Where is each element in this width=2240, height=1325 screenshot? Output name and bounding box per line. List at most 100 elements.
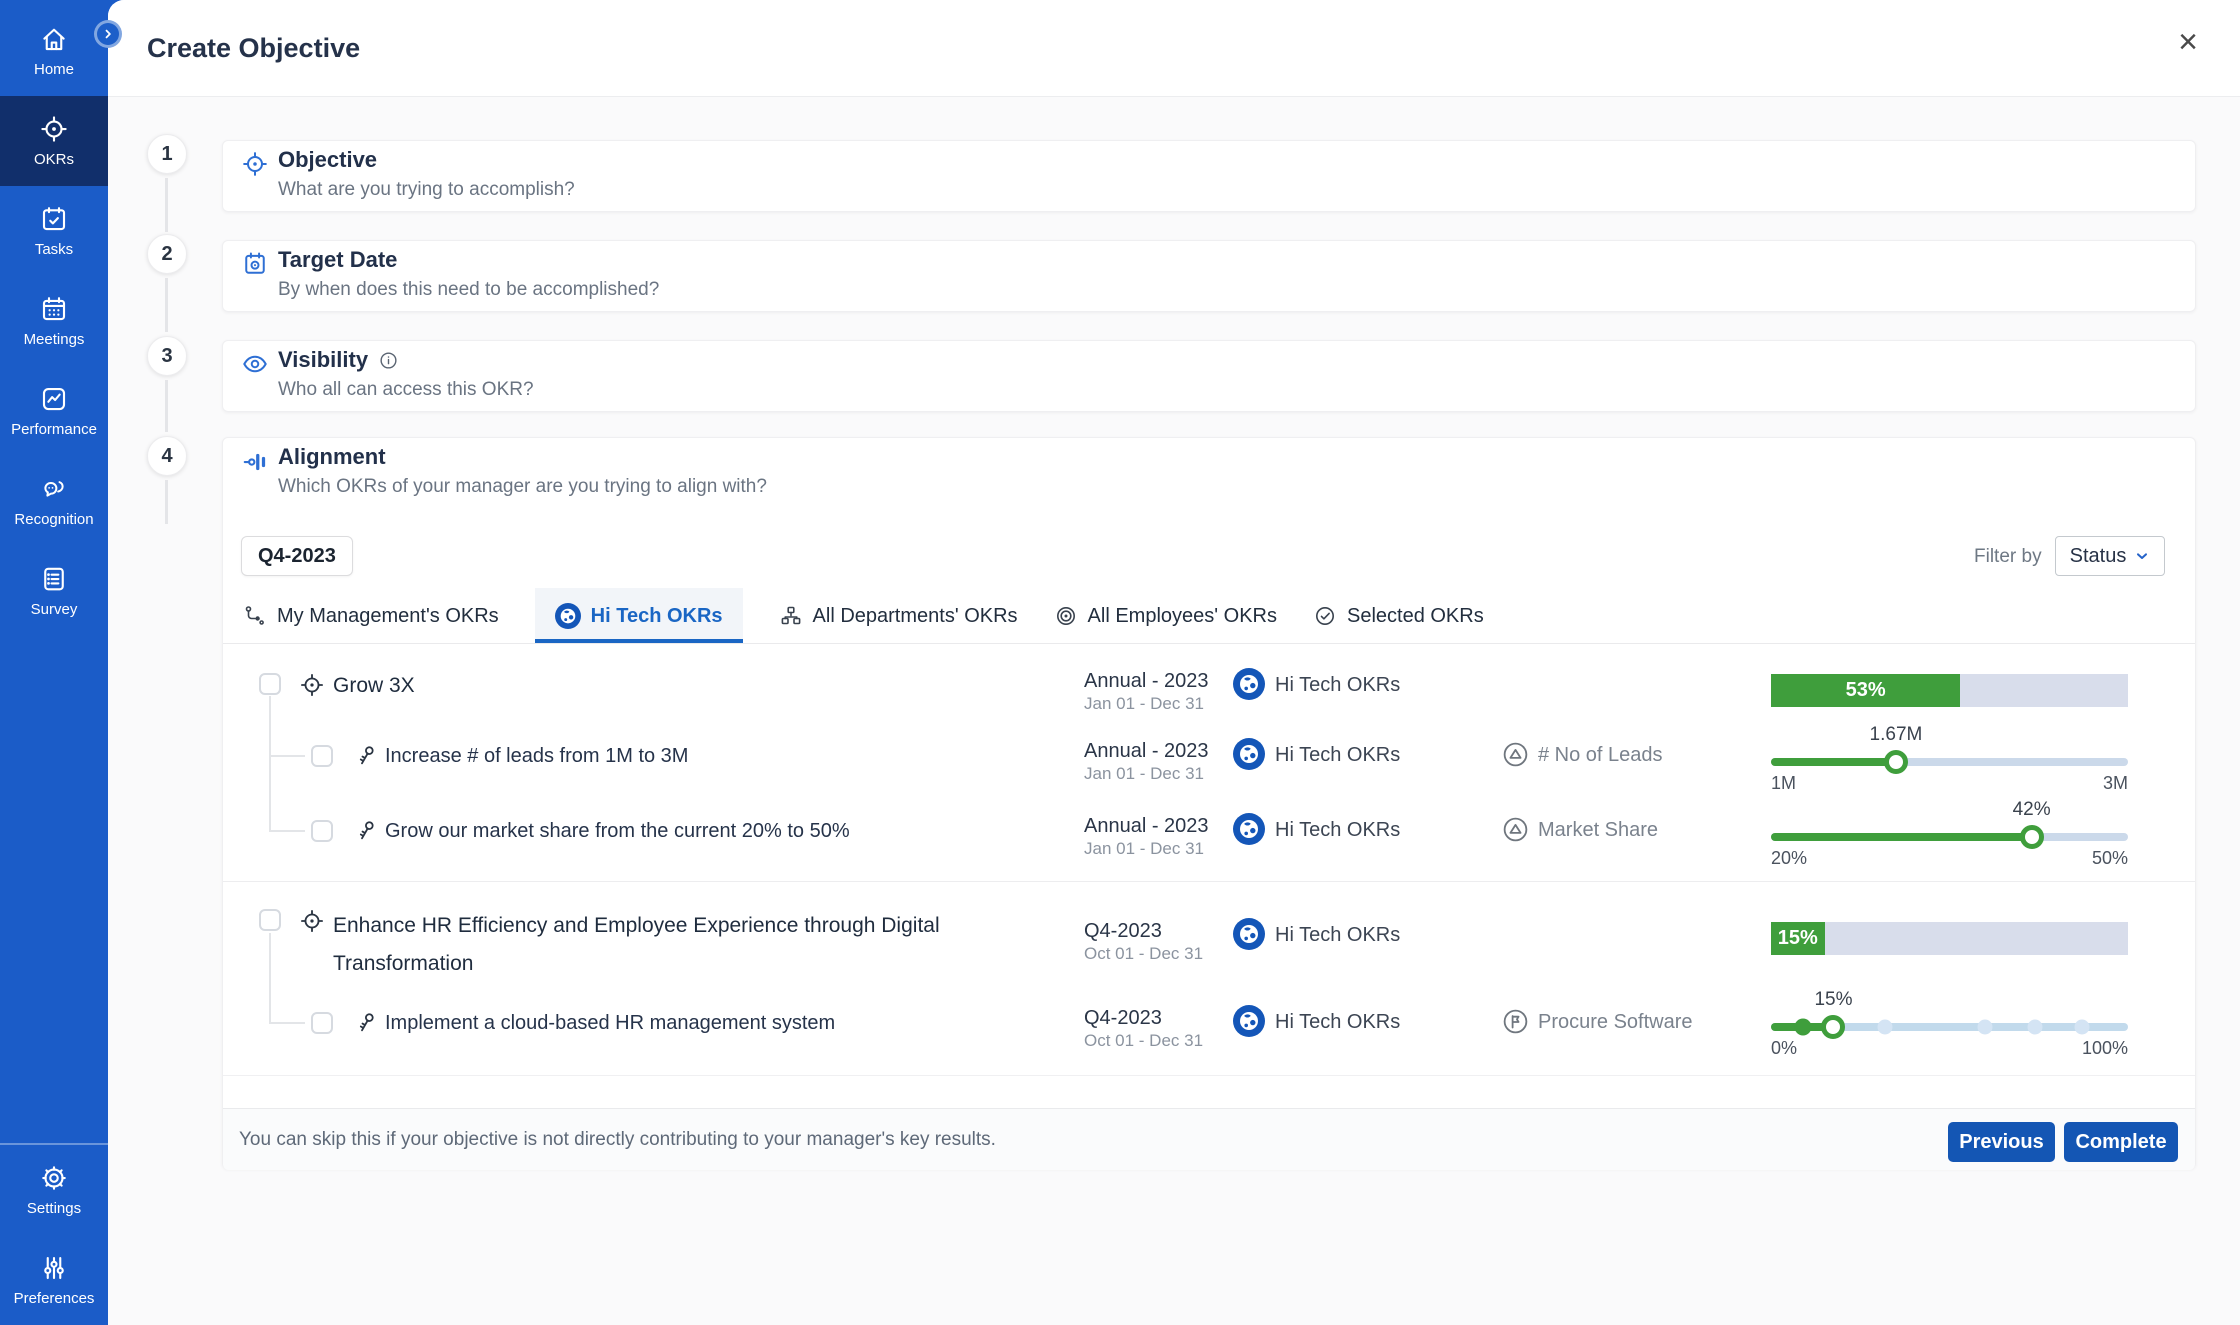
dates-cell: Oct 01 - Dec 31 [1084,1031,1204,1050]
progress-slider[interactable]: 1.67M 1M 3M [1771,724,2128,793]
complete-button[interactable]: Complete [2064,1122,2178,1162]
step-card-target-date[interactable]: Target Date By when does this need to be… [222,240,2196,312]
slider-min-label: 0% [1771,1038,1798,1058]
step-card-visibility[interactable]: Visibility Who all can access this OKR? [222,340,2196,412]
sidebar-expand-button[interactable] [94,20,122,48]
skip-note: You can skip this if your objective is n… [239,1129,996,1150]
sidebar-label: Recognition [14,511,94,528]
milestone-dot [2074,1019,2090,1035]
dates-cell: Jan 01 - Dec 31 [1084,694,1205,713]
okr-title: Grow our market share from the current 2… [385,820,850,842]
tab-all-departments-okrs[interactable]: All Departments' OKRs [779,588,1018,644]
objective-checkbox[interactable] [259,909,281,931]
tab-all-employees-okrs[interactable]: All Employees' OKRs [1054,588,1277,644]
key-icon [353,817,380,849]
step-title: Alignment [278,444,386,469]
progress-bar: 15% [1771,922,2128,955]
sidebar-label: Preferences [13,1290,95,1307]
calendar-check-icon [39,204,69,234]
sidebar-label: Home [33,61,74,78]
kpi-cell: # No of Leads [1538,744,1663,766]
step-connector [165,278,168,332]
step-subtitle: What are you trying to accomplish? [278,179,575,200]
period-cell: Annual - 2023 [1084,740,1209,762]
progress-slider[interactable]: 42% 20% 50% [1771,799,2128,868]
hierarchy-icon [243,604,267,628]
slider-thumb[interactable] [1883,750,1908,774]
tab-selected-okrs[interactable]: Selected OKRs [1313,588,1484,644]
okr-row-key-result: Increase # of leads from 1M to 3M Annual… [223,716,2195,793]
step-card-objective[interactable]: Objective What are you trying to accompl… [222,140,2196,212]
tab-label: All Departments' OKRs [812,604,1018,627]
key-result-checkbox[interactable] [311,745,333,767]
slider-max-label: 50% [2091,848,2128,868]
kpi-cell: Procure Software [1538,1011,1693,1033]
sidebar-item-survey[interactable]: Survey [0,546,108,636]
sidebar-item-performance[interactable]: Performance [0,366,108,456]
key-result-checkbox[interactable] [311,820,333,842]
status-filter-select[interactable]: Status [2055,536,2165,576]
step-card-alignment: Alignment Which OKRs of your manager are… [222,437,2196,1170]
milestone-dot [1977,1019,1993,1035]
gear-icon [39,1163,69,1193]
filter-by-label: Filter by [1974,546,2042,567]
chevron-right-icon [105,29,111,39]
slider-thumb[interactable] [1821,1015,1846,1039]
objective-target-icon [241,150,269,183]
globe-icon [1233,1005,1265,1037]
modal-content: 1 2 3 4 Objective What are you trying to… [108,97,2240,1325]
sidebar-item-recognition[interactable]: Recognition [0,456,108,546]
step-number-1: 1 [147,134,187,174]
previous-button[interactable]: Previous [1948,1122,2055,1162]
objective-checkbox[interactable] [259,673,281,695]
tab-hi-tech-okrs[interactable]: Hi Tech OKRs [534,588,743,644]
slider-thumb[interactable] [2019,825,2044,849]
key-result-checkbox[interactable] [311,1012,333,1034]
globe-icon [554,603,581,629]
team-cell: Hi Tech OKRs [1275,744,1401,766]
status-filter-value: Status [2069,544,2127,567]
step-title: Visibility [278,347,399,373]
progress-bar-fill: 53% [1771,674,1961,707]
okr-title: Enhance HR Efficiency and Employee Exper… [333,914,940,975]
org-chart-icon [779,604,803,628]
survey-list-icon [39,564,69,594]
period-cell: Annual - 2023 [1084,815,1209,837]
close-icon[interactable]: × [2172,24,2204,60]
slider-fill [1771,833,2032,841]
page-title: Create Objective [147,32,361,63]
sliders-icon [39,1253,69,1283]
key-icon [353,1009,380,1041]
progress-label: 53% [1845,679,1886,701]
sidebar-item-settings[interactable]: Settings [0,1145,108,1235]
kpi-increase-icon [1501,815,1530,849]
info-icon[interactable] [378,350,399,371]
calendar-icon [39,294,69,324]
alignment-icon [241,447,271,482]
team-cell: Hi Tech OKRs [1275,924,1401,946]
key-icon [353,742,380,774]
slider-value-label: 1.67M [1869,724,1923,745]
sidebar-item-home[interactable]: Home [0,6,108,96]
step-connector [165,480,168,524]
sidebar-item-tasks[interactable]: Tasks [0,186,108,276]
sidebar-item-okrs[interactable]: OKRs [0,96,108,186]
alignment-footer: You can skip this if your objective is n… [223,1108,2195,1170]
sidebar-label: Performance [11,421,97,438]
team-cell: Hi Tech OKRs [1275,674,1401,696]
globe-icon [1233,738,1265,770]
step-title: Target Date [278,247,398,272]
milestone-dot-completed [1794,1018,1812,1036]
tab-my-managements-okrs[interactable]: My Management's OKRs [243,588,499,644]
step-connector [165,178,168,232]
calendar-target-icon [241,250,269,283]
step-subtitle: Which OKRs of your manager are you tryin… [278,476,767,497]
okr-row-key-result: Implement a cloud-based HR management sy… [223,986,2195,1066]
tab-label: Hi Tech OKRs [590,604,723,627]
row-group-divider [223,1075,2195,1076]
period-chip[interactable]: Q4-2023 [241,536,353,576]
sidebar-item-preferences[interactable]: Preferences [0,1235,108,1325]
milestone-slider[interactable]: 15% 0% 100% [1771,989,2128,1058]
sidebar-item-meetings[interactable]: Meetings [0,276,108,366]
okr-title: Implement a cloud-based HR management sy… [385,1012,836,1034]
